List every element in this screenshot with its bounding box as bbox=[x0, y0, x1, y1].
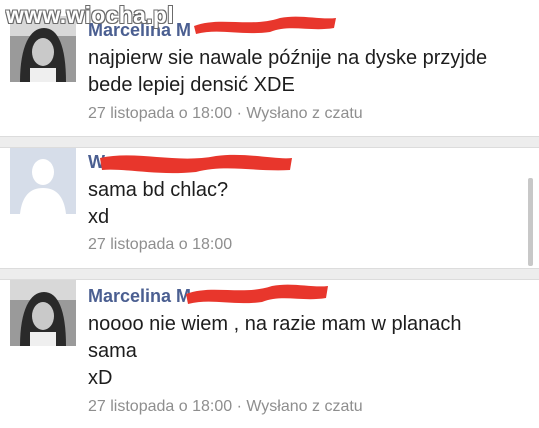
message-meta: 27 listopada o 18:00 bbox=[88, 236, 232, 254]
timestamp: 27 listopada o 18:00 bbox=[88, 105, 233, 122]
default-avatar-icon[interactable] bbox=[10, 148, 76, 214]
sent-via-label: · Wysłano z czatu bbox=[232, 105, 363, 122]
message-meta: 27 listopada o 18:00 · Wysłano z czatu bbox=[88, 105, 363, 123]
redaction-mark bbox=[100, 154, 292, 174]
message-separator bbox=[0, 136, 539, 148]
message-text: xD bbox=[88, 367, 113, 389]
message-item: W sama bd chlac? xd 27 listopada o 18:00 bbox=[0, 148, 539, 268]
message-separator bbox=[0, 268, 539, 280]
redaction-mark bbox=[186, 284, 328, 304]
watermark: www.wiocha.pl bbox=[6, 2, 174, 28]
sender-name[interactable]: Marcelina M bbox=[88, 286, 191, 307]
message-text: najpierw sie nawale późnije na dyske prz… bbox=[88, 47, 488, 69]
message-text: xd bbox=[88, 206, 110, 228]
message-text: noooo nie wiem , na razie mam w planach bbox=[88, 313, 462, 335]
message-meta: 27 listopada o 18:00 · Wysłano z czatu bbox=[88, 398, 363, 416]
timestamp: 27 listopada o 18:00 bbox=[88, 398, 233, 415]
sent-via-label: · Wysłano z czatu bbox=[232, 398, 363, 415]
message-text: bede lepiej densić XDE bbox=[88, 74, 295, 96]
timestamp: 27 listopada o 18:00 bbox=[88, 236, 233, 253]
message-text: sama bd chlac? bbox=[88, 179, 229, 201]
scrollbar[interactable] bbox=[528, 178, 533, 266]
redaction-mark bbox=[194, 16, 336, 34]
avatar[interactable] bbox=[10, 280, 76, 346]
message-item: Marcelina M noooo nie wiem , na razie ma… bbox=[0, 280, 539, 428]
message-text: sama bbox=[88, 340, 137, 362]
